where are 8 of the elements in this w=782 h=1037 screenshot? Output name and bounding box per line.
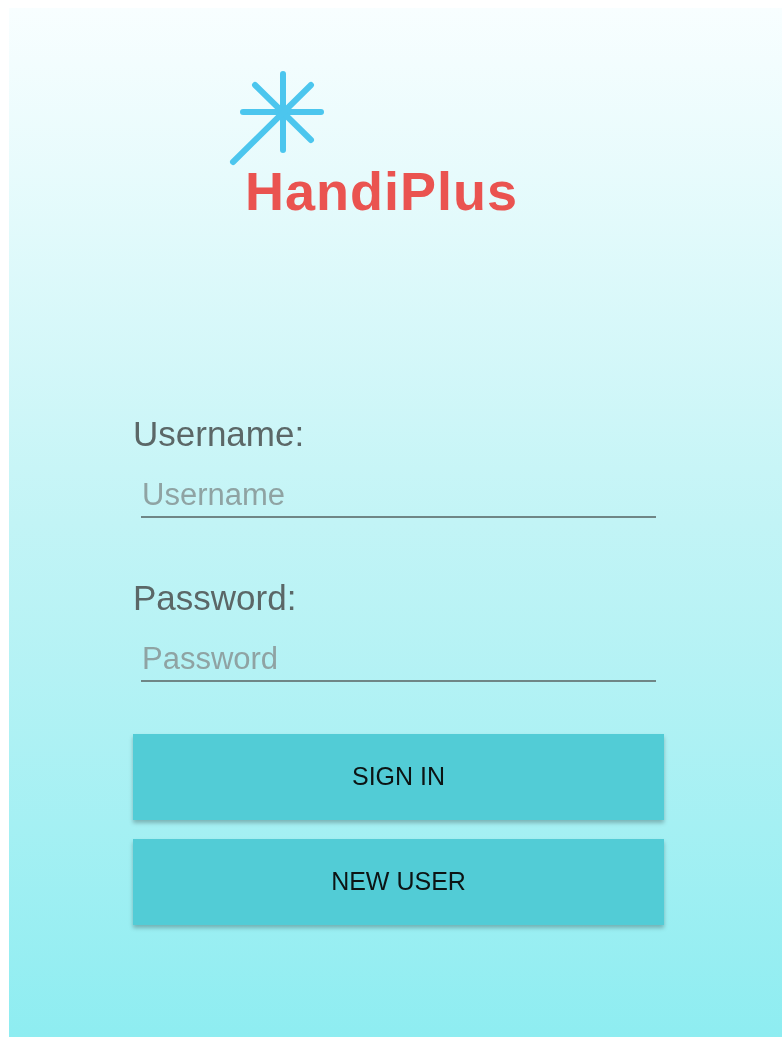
field-label: Password:: [133, 578, 297, 618]
action-button[interactable]: NEW USER: [133, 839, 664, 925]
app-logo: HandiPlus: [245, 164, 519, 218]
input-field[interactable]: Username: [141, 474, 656, 518]
sparkle-icon: [228, 70, 324, 166]
input-field[interactable]: Password: [141, 638, 656, 682]
field-label: Username:: [133, 414, 305, 454]
action-button[interactable]: SIGN IN: [133, 734, 664, 820]
